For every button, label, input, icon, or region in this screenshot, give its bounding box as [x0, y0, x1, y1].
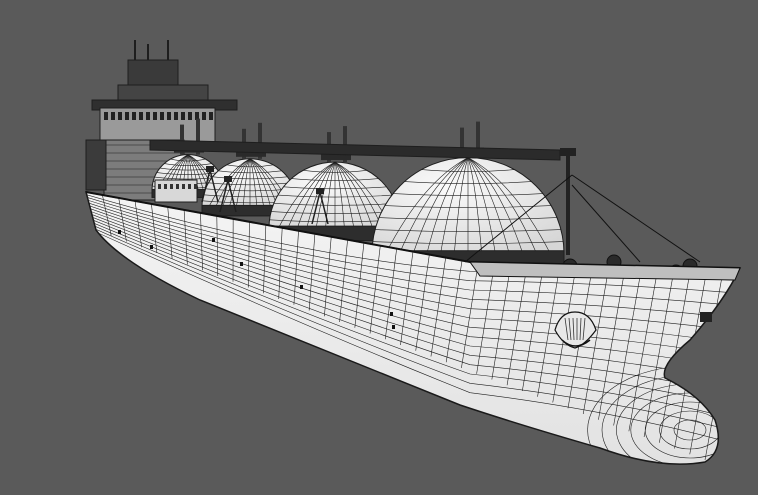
window	[153, 112, 157, 120]
stay-wire	[571, 184, 641, 263]
side-structure	[85, 139, 107, 191]
window	[111, 112, 115, 120]
crane-head	[206, 166, 214, 172]
ship-render	[84, 40, 742, 465]
window	[118, 112, 122, 120]
hull-marking	[150, 245, 153, 249]
hull-marking	[240, 262, 243, 266]
hull-marking	[118, 230, 121, 234]
window	[188, 112, 192, 120]
window	[182, 184, 185, 189]
window	[181, 112, 185, 120]
stay-wire	[571, 174, 701, 263]
anchor-pocket	[700, 312, 712, 322]
window	[209, 112, 213, 120]
foremast-top	[560, 148, 576, 156]
hull-marking	[300, 285, 303, 289]
window	[167, 112, 171, 120]
deck-house	[154, 179, 198, 203]
window	[160, 112, 164, 120]
trunk-deck	[149, 139, 561, 161]
crane-head	[224, 176, 232, 182]
window	[174, 112, 178, 120]
hull-marking	[212, 238, 215, 242]
window	[194, 184, 197, 189]
3d-viewport	[0, 0, 758, 495]
window	[104, 112, 108, 120]
window	[170, 184, 173, 189]
hull-marking	[390, 312, 393, 316]
hull-marking	[392, 325, 395, 329]
window	[158, 184, 161, 189]
window	[146, 112, 150, 120]
window	[164, 184, 167, 189]
window	[139, 112, 143, 120]
window	[176, 184, 179, 189]
crane-head	[316, 188, 324, 194]
window	[125, 112, 129, 120]
window	[202, 112, 206, 120]
window	[132, 112, 136, 120]
window	[188, 184, 191, 189]
